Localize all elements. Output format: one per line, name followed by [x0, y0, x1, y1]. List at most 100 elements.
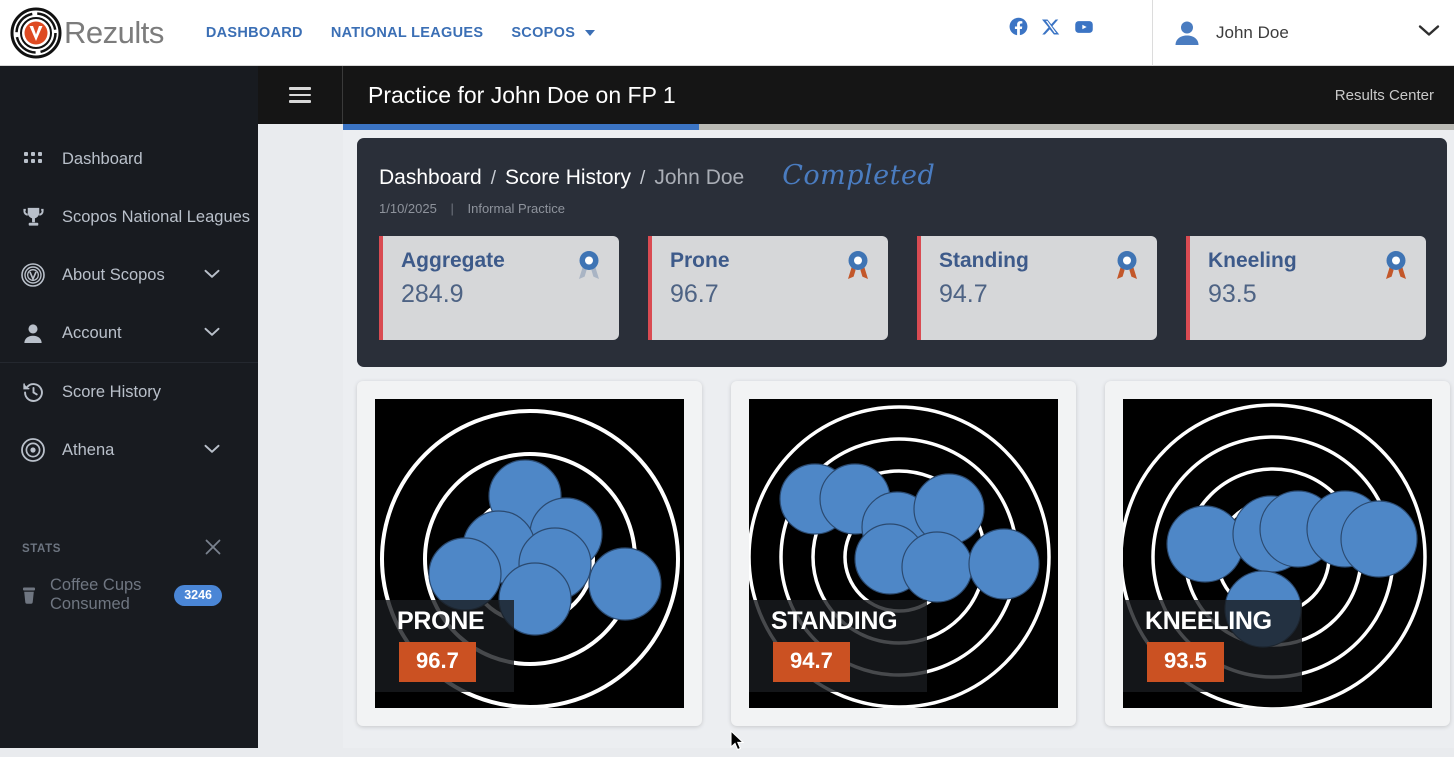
- status-badge-completed: Completed: [782, 160, 935, 191]
- sidebar-item-dashboard[interactable]: Dashboard: [0, 130, 258, 188]
- nav-link-scopos-label: SCOPOS: [511, 25, 575, 41]
- sidebar: Dashboard Scopos National Leagues: [0, 66, 258, 748]
- meta-separator: |: [450, 201, 453, 216]
- avatar: [1172, 18, 1202, 48]
- nav-link-dashboard[interactable]: DASHBOARD: [206, 25, 303, 41]
- close-icon[interactable]: [204, 538, 222, 561]
- sidebar-item-label: Athena: [62, 441, 114, 460]
- score-card-value: 94.7: [939, 280, 1141, 309]
- target-score-badge: 94.7: [773, 642, 850, 682]
- sidebar-item-label: Score History: [62, 383, 161, 402]
- stats-section-header: STATS: [0, 525, 258, 573]
- score-card-aggregate[interactable]: Aggregate 284.9: [379, 236, 619, 340]
- youtube-icon[interactable]: [1073, 17, 1095, 37]
- nav-link-national-leagues[interactable]: NATIONAL LEAGUES: [331, 25, 484, 41]
- stats-row-label: Coffee Cups Consumed: [50, 576, 174, 614]
- target-score-badge: 93.5: [1147, 642, 1224, 682]
- sidebar-item-label: Scopos National Leagues: [62, 208, 250, 227]
- breadcrumb-separator: /: [491, 168, 496, 190]
- breadcrumb-item-score-history[interactable]: Score History: [505, 166, 631, 190]
- stats-section-title: STATS: [22, 543, 61, 555]
- score-card-kneeling[interactable]: Kneeling 93.5: [1186, 236, 1426, 340]
- score-card-list: Aggregate 284.9 Prone 96.7: [379, 236, 1427, 340]
- breadcrumb-item-dashboard[interactable]: Dashboard: [379, 166, 482, 190]
- sidebar-item-account[interactable]: Account: [0, 304, 258, 362]
- top-navigation-bar: Rezults DASHBOARD NATIONAL LEAGUES SCOPO…: [0, 0, 1454, 66]
- session-date: 1/10/2025: [379, 201, 437, 216]
- nav-link-scopos[interactable]: SCOPOS: [511, 25, 594, 41]
- nav-link-national-leagues-label: NATIONAL LEAGUES: [331, 25, 484, 41]
- award-ribbon-icon: [1382, 250, 1410, 285]
- score-card-prone[interactable]: Prone 96.7: [648, 236, 888, 340]
- primary-nav-links: DASHBOARD NATIONAL LEAGUES SCOPOS: [206, 25, 595, 41]
- nav-divider: [1152, 0, 1153, 66]
- page-header: Practice for John Doe on FP 1 Results Ce…: [343, 66, 1454, 124]
- user-name: John Doe: [1216, 23, 1404, 43]
- mouse-cursor: [730, 730, 746, 757]
- session-meta: 1/10/2025 | Informal Practice: [379, 201, 1427, 216]
- trophy-icon: [20, 204, 46, 230]
- brand-logo-group[interactable]: Rezults: [10, 7, 164, 59]
- nav-link-dashboard-label: DASHBOARD: [206, 25, 303, 41]
- sidebar-toggle-button[interactable]: [258, 66, 343, 124]
- target-label: KNEELING: [1145, 608, 1272, 634]
- main-content: Dashboard / Score History / John Doe Com…: [343, 130, 1454, 748]
- target-logo-icon: [20, 262, 46, 288]
- chevron-down-icon[interactable]: [204, 324, 220, 342]
- target-label: STANDING: [771, 608, 897, 634]
- target-image-prone: PRONE 96.7: [375, 399, 684, 708]
- target-card-standing[interactable]: STANDING 94.7: [731, 381, 1076, 726]
- stats-row-coffee-cups-consumed[interactable]: Coffee Cups Consumed 3246: [0, 573, 258, 617]
- score-card-title: Standing: [939, 249, 1141, 273]
- user-menu[interactable]: John Doe: [1172, 0, 1454, 66]
- chevron-down-icon: [585, 30, 595, 36]
- chevron-down-icon[interactable]: [204, 266, 220, 284]
- session-type: Informal Practice: [467, 201, 565, 216]
- target-image-standing: STANDING 94.7: [749, 399, 1058, 708]
- grid-icon: [20, 146, 46, 172]
- breadcrumb-separator: /: [640, 168, 645, 190]
- target-card-kneeling[interactable]: KNEELING 93.5: [1105, 381, 1450, 726]
- chevron-down-icon[interactable]: [1418, 24, 1440, 42]
- score-card-title: Prone: [670, 249, 872, 273]
- target-score-badge: 96.7: [399, 642, 476, 682]
- brand-name: Rezults: [64, 15, 164, 51]
- award-ribbon-icon: [575, 250, 603, 285]
- score-card-value: 93.5: [1208, 280, 1410, 309]
- bullseye-icon: [20, 437, 46, 463]
- target-overlay-prone: PRONE 96.7: [375, 600, 514, 692]
- sidebar-item-label: About Scopos: [62, 266, 165, 285]
- hamburger-icon: [289, 83, 311, 107]
- score-card-value: 96.7: [670, 280, 872, 309]
- target-overlay-standing: STANDING 94.7: [749, 600, 927, 692]
- sidebar-item-about-scopos[interactable]: About Scopos: [0, 246, 258, 304]
- rezults-target-logo-icon: [10, 7, 62, 59]
- sidebar-item-athena[interactable]: Athena: [0, 421, 258, 479]
- score-summary-panel: Dashboard / Score History / John Doe Com…: [357, 138, 1447, 367]
- target-card-prone[interactable]: PRONE 96.7: [357, 381, 702, 726]
- status-badge: 3246: [174, 585, 222, 606]
- coffee-cup-icon: [22, 587, 40, 604]
- target-card-list: PRONE 96.7: [357, 381, 1447, 726]
- score-card-value: 284.9: [401, 280, 603, 309]
- x-twitter-icon[interactable]: [1041, 17, 1061, 37]
- sidebar-item-label: Account: [62, 324, 122, 343]
- score-card-standing[interactable]: Standing 94.7: [917, 236, 1157, 340]
- breadcrumb: Dashboard / Score History / John Doe Com…: [379, 160, 1427, 191]
- breadcrumb-item-john-doe: John Doe: [654, 166, 744, 190]
- award-ribbon-icon: [844, 250, 872, 285]
- sidebar-item-label: Dashboard: [62, 150, 143, 169]
- social-links: [1008, 16, 1095, 37]
- sidebar-item-scopos-national-leagues[interactable]: Scopos National Leagues: [0, 188, 258, 246]
- person-icon: [20, 320, 46, 346]
- history-icon: [20, 379, 46, 405]
- target-image-kneeling: KNEELING 93.5: [1123, 399, 1432, 708]
- target-label: PRONE: [397, 608, 484, 634]
- facebook-icon[interactable]: [1008, 16, 1029, 37]
- chevron-down-icon[interactable]: [204, 441, 220, 459]
- target-overlay-kneeling: KNEELING 93.5: [1123, 600, 1302, 692]
- score-card-title: Kneeling: [1208, 249, 1410, 273]
- results-center-link[interactable]: Results Center: [1335, 87, 1434, 104]
- score-card-title: Aggregate: [401, 249, 603, 273]
- sidebar-item-score-history[interactable]: Score History: [0, 363, 258, 421]
